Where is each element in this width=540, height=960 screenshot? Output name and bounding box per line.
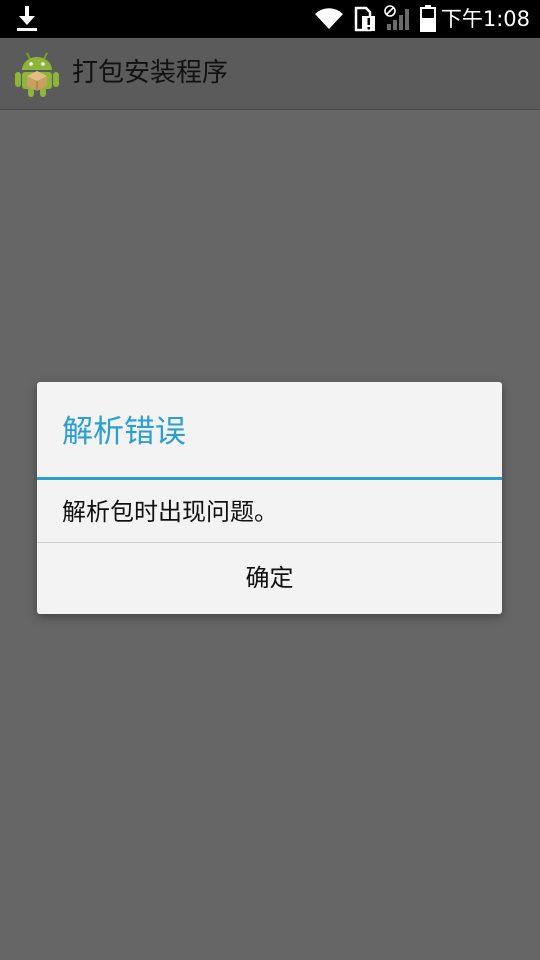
action-bar: 打包安装程序: [0, 38, 540, 110]
dialog-title: 解析错误: [62, 414, 186, 450]
status-bar: 下午1:08: [0, 0, 540, 38]
android-robot-icon: [15, 52, 59, 97]
parse-error-dialog: 解析错误 解析包时出现问题。 确定: [37, 382, 502, 614]
download-icon: [17, 6, 37, 31]
signal-off-icon: [384, 5, 409, 30]
ok-button[interactable]: 确定: [37, 543, 502, 614]
dialog-title-divider: [37, 477, 502, 480]
sim-alert-icon: [354, 6, 375, 32]
app-title: 打包安装程序: [72, 58, 229, 88]
dialog-message: 解析包时出现问题。: [62, 498, 278, 526]
status-time: 下午1:08: [440, 7, 530, 31]
battery-icon: [420, 5, 436, 32]
wifi-icon: [315, 8, 343, 29]
